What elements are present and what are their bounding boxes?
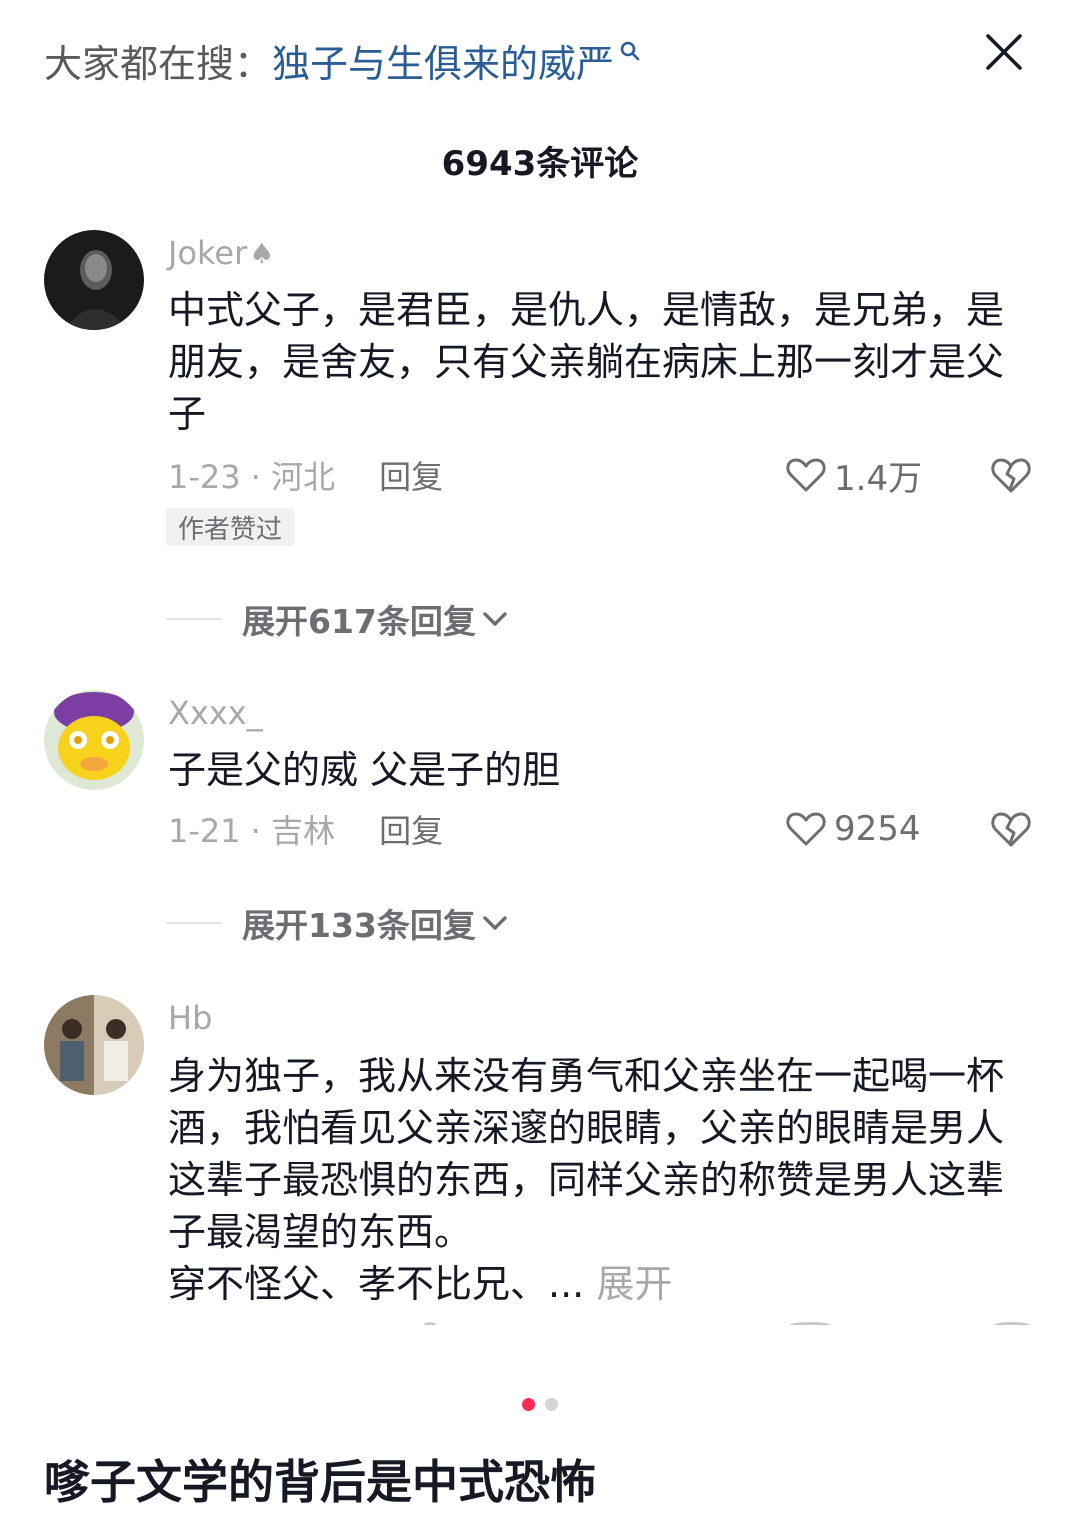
avatar[interactable] [44, 690, 144, 790]
comment-text: 中式父子，是君臣，是仇人，是情敌，是兄弟，是朋友，是舍友，只有父亲躺在病床上那一… [168, 288, 1005, 436]
close-icon[interactable] [982, 30, 1026, 74]
chevron-down-icon [483, 916, 507, 930]
scroll-clip [0, 1318, 1080, 1338]
comment-text-body: 身为独子，我从来没有勇气和父亲坐在一起喝一杯酒，我怕看见父亲深邃的眼睛，父亲的眼… [168, 1054, 1005, 1254]
expand-replies-button[interactable]: 展开617条回复 [166, 594, 510, 644]
spade-icon: ♠ [249, 236, 275, 270]
search-term-link[interactable]: 独子与生俱来的威严 [272, 33, 614, 88]
expand-text-link[interactable]: 展开 [596, 1262, 672, 1306]
comment-meta: 1-23 · 河北 回复 [168, 450, 443, 500]
username[interactable]: Xxxx_ [168, 694, 263, 732]
expand-replies-label: 展开617条回复 [242, 602, 476, 641]
image-pager [0, 1398, 1080, 1411]
heart-icon [786, 458, 826, 492]
like-button[interactable]: 1.4万 [784, 450, 922, 500]
divider [166, 922, 222, 924]
like-count: 1.4万 [834, 458, 923, 499]
expand-replies-button[interactable]: 展开133条回复 [166, 898, 510, 948]
scroll-peek-mark [790, 1322, 830, 1328]
username[interactable]: Joker ♠ [168, 234, 274, 272]
reply-button[interactable]: 回复 [379, 806, 443, 852]
comment-meta: 1-21 · 吉林 回复 [168, 804, 443, 854]
chevron-down-icon [483, 612, 507, 626]
comment-count: 6943条评论 [441, 144, 639, 184]
pager-dot-active[interactable] [522, 1398, 535, 1411]
broken-heart-icon[interactable] [988, 452, 1034, 498]
like-count: 9254 [834, 809, 921, 849]
comment-text: 身为独子，我从来没有勇气和父亲坐在一起喝一杯酒，我怕看见父亲深邃的眼睛，父亲的眼… [168, 1050, 1018, 1310]
search-icon [620, 41, 640, 61]
expand-replies-label: 展开133条回复 [242, 906, 476, 945]
username[interactable]: Hb [168, 999, 212, 1037]
comment-text-line2: 穿不怪父、孝不比兄、... [168, 1262, 585, 1306]
scroll-peek-mark [994, 1322, 1030, 1328]
comment-date-location: 1-21 · 吉林 [168, 812, 336, 850]
pager-dot[interactable] [545, 1398, 558, 1411]
divider [166, 618, 222, 620]
author-liked-badge: 作者赞过 [166, 508, 295, 546]
search-suggestion[interactable]: 大家都在搜： 独子与生俱来的威严 [44, 30, 642, 90]
comment-text: 子是父的威 父是子的胆 [168, 748, 561, 792]
post-title: 嗲子文学的背后是中式恐怖 [44, 1455, 596, 1509]
comment-date-location: 1-23 · 河北 [168, 458, 336, 496]
heart-icon [786, 812, 826, 846]
search-prefix: 大家都在搜： [44, 41, 273, 86]
broken-heart-icon[interactable] [988, 806, 1034, 852]
avatar[interactable] [44, 230, 144, 330]
like-button[interactable]: 9254 [784, 804, 921, 854]
scroll-peek-mark [424, 1322, 436, 1328]
reply-button[interactable]: 回复 [379, 452, 443, 498]
avatar[interactable] [44, 995, 144, 1095]
